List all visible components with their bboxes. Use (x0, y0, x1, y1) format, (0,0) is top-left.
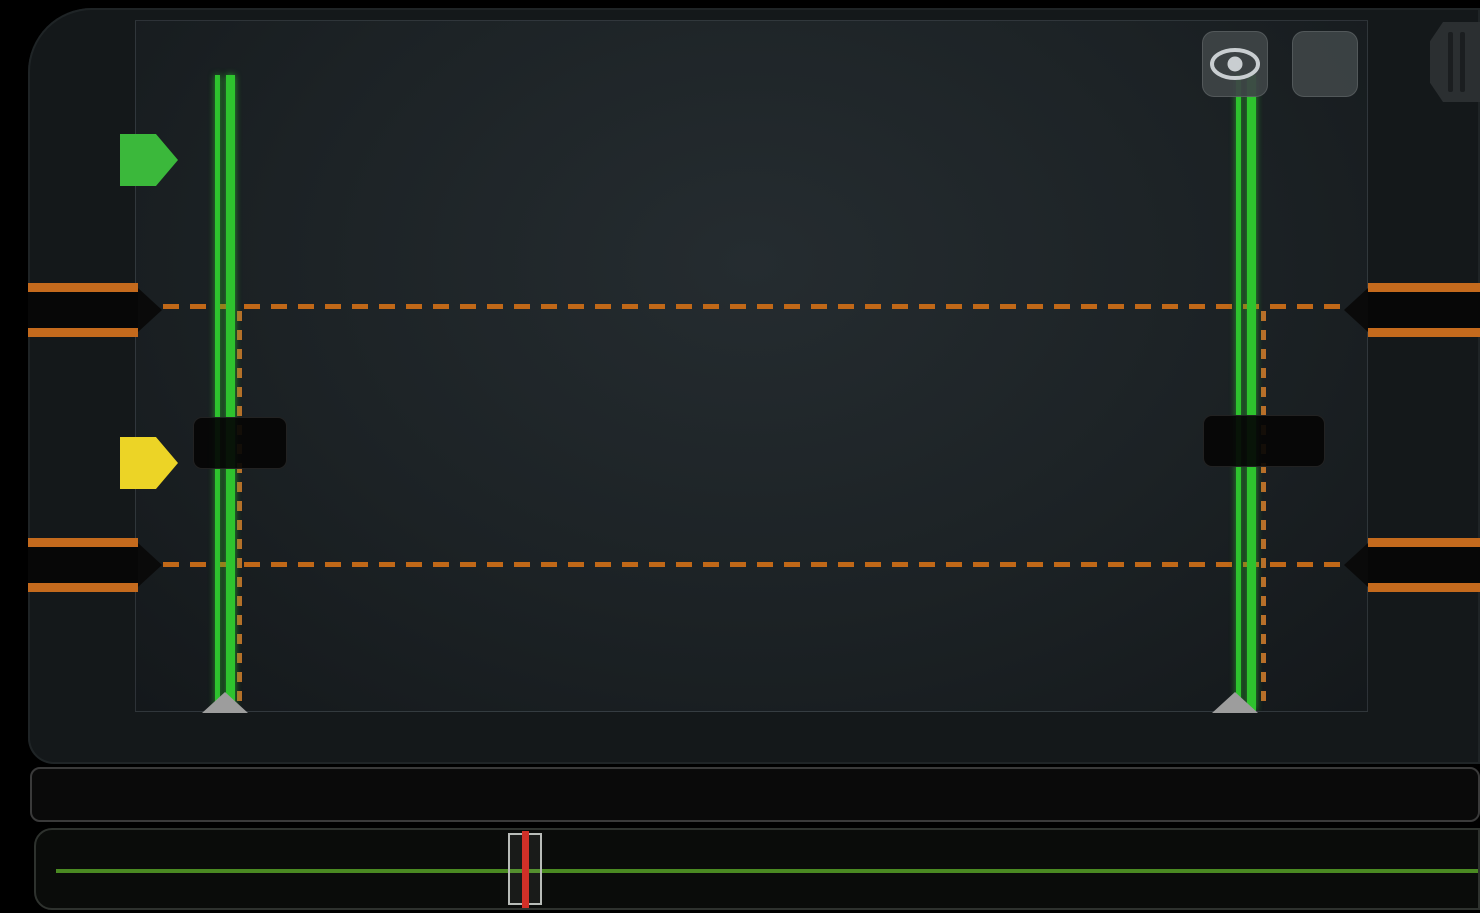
sync-spike-line (215, 75, 220, 711)
side-drawer-handle[interactable] (1430, 22, 1480, 102)
sync-pointer (202, 692, 248, 713)
flag-arrow (1344, 288, 1368, 332)
cursor-high-left-flag[interactable] (28, 283, 138, 337)
horizontal-cursor-high[interactable] (136, 304, 1367, 309)
timeline-scrollbar[interactable] (34, 828, 1480, 910)
flag-bar (28, 583, 138, 592)
cursor-low-right-value (1368, 547, 1480, 583)
time-cursor-1[interactable] (237, 311, 242, 701)
time-cursor-2[interactable] (1261, 311, 1266, 701)
cursor-high-right-flag[interactable] (1368, 283, 1480, 337)
flag-bar (28, 283, 138, 292)
sync-spike-line (1236, 75, 1241, 711)
flag-bar (28, 538, 138, 547)
grip-line (1460, 32, 1465, 92)
flag-arrow (138, 288, 162, 332)
flag-bar (1368, 538, 1480, 547)
flag-arrow (1344, 543, 1368, 587)
add-channel-button[interactable] (1292, 31, 1358, 97)
trace-canvas (136, 21, 1368, 712)
eye-button[interactable] (1202, 31, 1268, 97)
timeline-position-marker (522, 831, 529, 909)
flag-bar (1368, 328, 1480, 337)
cursor-low-left-value (28, 547, 138, 583)
scope-app (0, 0, 1480, 913)
waveform-plot[interactable] (135, 20, 1368, 712)
cursor-high-right-value (1368, 292, 1480, 328)
time-cursor-1-label[interactable] (193, 417, 287, 469)
flag-bar (1368, 583, 1480, 592)
flag-bar (1368, 283, 1480, 292)
flag-arrow (138, 543, 162, 587)
horizontal-cursor-low[interactable] (136, 562, 1367, 567)
session-title-bar (30, 767, 1480, 822)
sync-pointer (1212, 692, 1258, 713)
time-cursor-2-label[interactable] (1203, 415, 1325, 467)
timeline-handle[interactable] (508, 833, 542, 905)
cursor-high-left-value (28, 292, 138, 328)
flag-bar (28, 328, 138, 337)
eye-icon (1209, 46, 1261, 82)
grip-line (1448, 32, 1453, 92)
sync-spike-line (226, 75, 235, 711)
cursor-low-right-flag[interactable] (1368, 538, 1480, 592)
sync-spike-line (1247, 75, 1256, 711)
cursor-low-left-flag[interactable] (28, 538, 138, 592)
timeline-center-line (56, 869, 1478, 873)
